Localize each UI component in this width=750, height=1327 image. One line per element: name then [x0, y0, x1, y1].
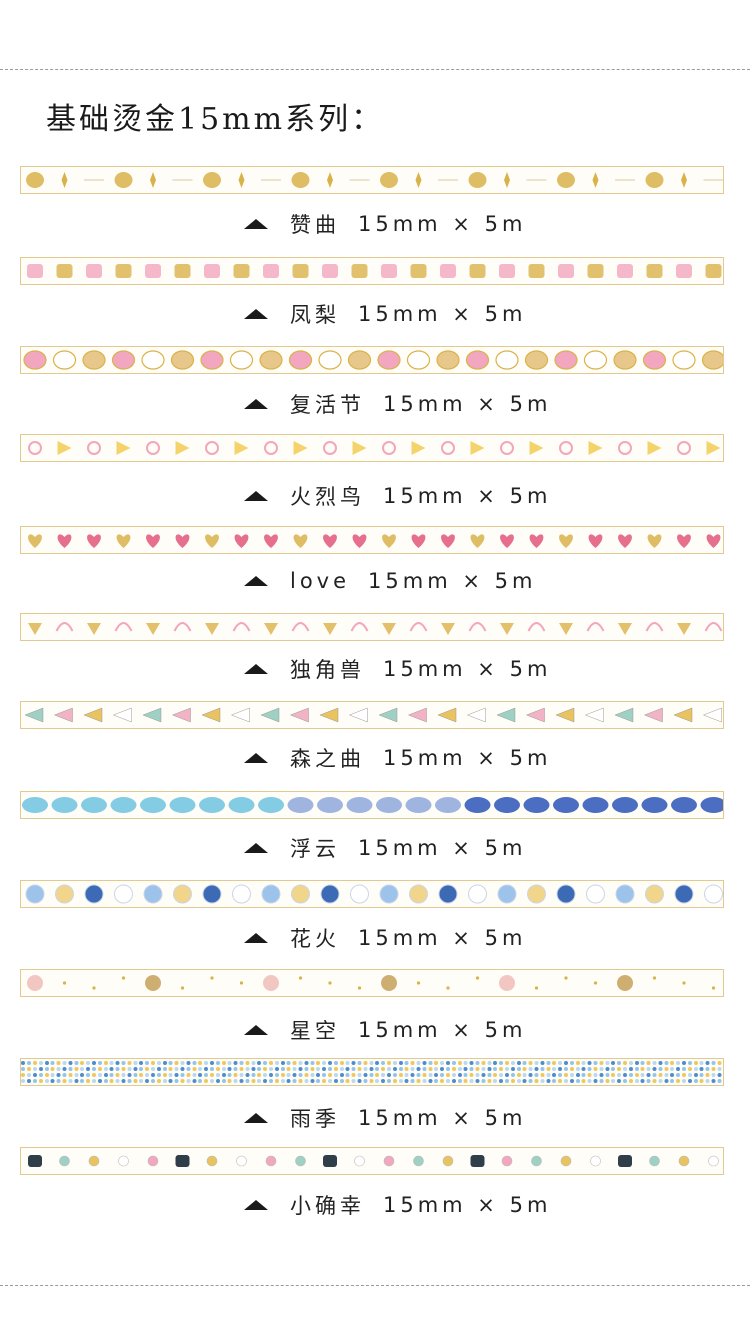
tape-label: 复活节 15mm × 5m — [244, 389, 551, 419]
tape-label: 小确幸 15mm × 5m — [244, 1190, 551, 1220]
page-title: 基础烫金15mm系列： — [46, 102, 385, 137]
tape-spec: 15mm × 5m — [358, 836, 527, 860]
tape-pattern — [27, 264, 722, 278]
tape-swatch — [20, 880, 724, 908]
tape-spec: 15mm × 5m — [358, 1106, 527, 1130]
tape-name: 森之曲 — [290, 747, 365, 771]
triangle-up-icon — [244, 664, 268, 674]
top-divider — [0, 69, 750, 70]
tape-label: 独角兽 15mm × 5m — [244, 654, 551, 684]
tape-name: 雨季 — [290, 1107, 340, 1131]
tape-spec: 15mm × 5m — [383, 484, 552, 508]
triangle-up-icon — [244, 219, 268, 229]
tape-pattern — [28, 534, 721, 548]
tape-spec: 15mm × 5m — [358, 926, 527, 950]
tape-swatch — [20, 526, 724, 554]
tape-swatch — [20, 701, 724, 729]
tape-pattern — [24, 707, 722, 723]
triangle-up-icon — [244, 753, 268, 763]
tape-name: 独角兽 — [290, 658, 365, 682]
tape-name: 星空 — [290, 1019, 340, 1043]
triangle-up-icon — [244, 491, 268, 501]
tape-pattern — [25, 884, 723, 904]
tape-swatch — [20, 1058, 724, 1086]
tape-swatch — [20, 166, 724, 194]
triangle-up-icon — [244, 843, 268, 853]
tape-swatch — [20, 613, 724, 641]
tape-name: 浮云 — [290, 837, 340, 861]
tape-swatch — [20, 434, 724, 462]
triangle-up-icon — [244, 933, 268, 943]
tape-label: 森之曲 15mm × 5m — [244, 743, 551, 773]
bottom-divider — [0, 1285, 750, 1286]
triangle-up-icon — [244, 309, 268, 319]
tape-swatch — [20, 791, 724, 819]
tape-spec: 15mm × 5m — [383, 392, 552, 416]
tape-name: 小确幸 — [290, 1194, 365, 1218]
tape-pattern — [22, 797, 723, 813]
tape-label: 赞曲 15mm × 5m — [244, 209, 526, 239]
tape-spec: 15mm × 5m — [368, 569, 537, 593]
tape-pattern — [28, 441, 721, 455]
tape-name: 火烈鸟 — [290, 485, 365, 509]
tape-spec: 15mm × 5m — [383, 746, 552, 770]
tape-swatch — [20, 1147, 724, 1175]
tape-swatch — [20, 346, 724, 374]
tape-name: 赞曲 — [290, 213, 340, 237]
tape-pattern — [28, 622, 723, 635]
tape-name: 凤梨 — [290, 303, 340, 327]
tape-pattern — [26, 172, 723, 188]
tape-swatch — [20, 969, 724, 997]
triangle-up-icon — [244, 399, 268, 409]
tape-spec: 15mm × 5m — [383, 657, 552, 681]
tape-label: 浮云 15mm × 5m — [244, 833, 526, 863]
tape-spec: 15mm × 5m — [358, 302, 527, 326]
triangle-up-icon — [244, 1113, 268, 1123]
tape-spec: 15mm × 5m — [358, 212, 527, 236]
tape-pattern — [23, 350, 723, 370]
tape-label: 凤梨 15mm × 5m — [244, 299, 526, 329]
triangle-up-icon — [244, 1025, 268, 1035]
tape-label: 花火 15mm × 5m — [244, 923, 526, 953]
tape-label: 火烈鸟 15mm × 5m — [244, 481, 551, 511]
tape-label: 雨季 15mm × 5m — [244, 1103, 526, 1133]
tape-name: love — [290, 569, 351, 593]
tape-name: 复活节 — [290, 393, 365, 417]
tape-pattern — [21, 1061, 722, 1083]
tape-label: love 15mm × 5m — [244, 569, 536, 593]
tape-name: 花火 — [290, 927, 340, 951]
tape-swatch — [20, 257, 724, 285]
tape-label: 星空 15mm × 5m — [244, 1015, 526, 1045]
triangle-up-icon — [244, 576, 268, 586]
tape-spec: 15mm × 5m — [358, 1018, 527, 1042]
tape-pattern — [27, 975, 716, 991]
tape-spec: 15mm × 5m — [383, 1193, 552, 1217]
triangle-up-icon — [244, 1200, 268, 1210]
tape-pattern — [28, 1155, 719, 1167]
